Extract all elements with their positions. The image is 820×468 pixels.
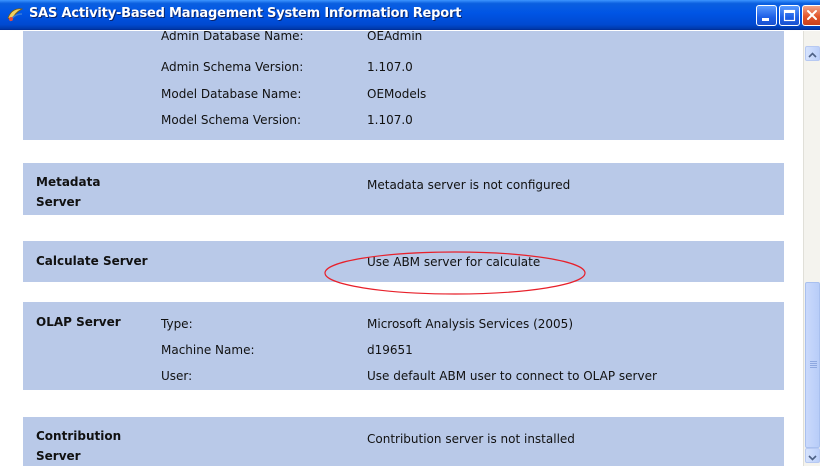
calculate-server-header: Calculate Server bbox=[36, 254, 148, 268]
vertical-scrollbar[interactable] bbox=[803, 31, 820, 466]
minimize-button[interactable] bbox=[756, 5, 777, 26]
contribution-server-header-line2: Server bbox=[36, 449, 81, 463]
olap-type-value: Microsoft Analysis Services (2005) bbox=[367, 317, 573, 331]
olap-user-value: Use default ABM user to connect to OLAP … bbox=[367, 369, 657, 383]
close-icon bbox=[807, 10, 817, 20]
olap-machine-name-label: Machine Name: bbox=[161, 343, 255, 357]
admin-schema-version-value: 1.107.0 bbox=[367, 60, 413, 74]
admin-schema-version-label: Admin Schema Version: bbox=[161, 60, 304, 74]
report-content: Admin Database Name: OEAdmin Admin Schem… bbox=[0, 31, 803, 466]
model-database-name-value: OEModels bbox=[367, 87, 427, 101]
metadata-server-header-line1: Metadata bbox=[36, 175, 101, 189]
minimize-icon bbox=[762, 18, 769, 21]
scroll-up-button[interactable] bbox=[805, 46, 820, 61]
close-button[interactable] bbox=[802, 5, 820, 26]
window-title-bar[interactable]: SAS Activity-Based Management System Inf… bbox=[0, 0, 820, 30]
scroll-thumb-grip bbox=[810, 367, 817, 368]
scroll-thumb-grip bbox=[810, 363, 817, 364]
olap-machine-name-value: d19651 bbox=[367, 343, 413, 357]
admin-database-name-value: OEAdmin bbox=[367, 31, 423, 43]
scroll-thumb-grip bbox=[810, 361, 817, 362]
olap-user-label: User: bbox=[161, 369, 193, 383]
maximize-button[interactable] bbox=[779, 5, 800, 26]
model-database-name-label: Model Database Name: bbox=[161, 87, 302, 101]
scroll-up-arrow-icon bbox=[808, 52, 817, 58]
annotation-ellipse bbox=[324, 251, 586, 295]
window-title: SAS Activity-Based Management System Inf… bbox=[29, 6, 462, 21]
maximize-icon bbox=[783, 9, 796, 22]
admin-database-name-label: Admin Database Name: bbox=[161, 31, 304, 43]
metadata-server-value: Metadata server is not configured bbox=[367, 178, 571, 192]
scroll-thumb[interactable] bbox=[805, 282, 820, 448]
sas-app-icon bbox=[7, 8, 24, 22]
scroll-down-arrow-icon bbox=[808, 455, 817, 461]
olap-type-label: Type: bbox=[161, 317, 193, 331]
scroll-thumb-grip bbox=[810, 365, 817, 366]
olap-server-header: OLAP Server bbox=[36, 315, 121, 329]
model-schema-version-label: Model Schema Version: bbox=[161, 113, 302, 127]
metadata-server-section: Metadata Server Metadata server is not c… bbox=[23, 163, 784, 215]
scroll-down-button[interactable] bbox=[805, 448, 820, 463]
metadata-server-header-line2: Server bbox=[36, 195, 81, 209]
contribution-server-section: Contribution Server Contribution server … bbox=[23, 417, 784, 466]
contribution-server-value: Contribution server is not installed bbox=[367, 432, 575, 446]
olap-server-section: OLAP Server Type: Microsoft Analysis Ser… bbox=[23, 302, 784, 390]
model-schema-version-value: 1.107.0 bbox=[367, 113, 413, 127]
contribution-server-header-line1: Contribution bbox=[36, 429, 122, 443]
database-section: Admin Database Name: OEAdmin Admin Schem… bbox=[23, 31, 784, 140]
